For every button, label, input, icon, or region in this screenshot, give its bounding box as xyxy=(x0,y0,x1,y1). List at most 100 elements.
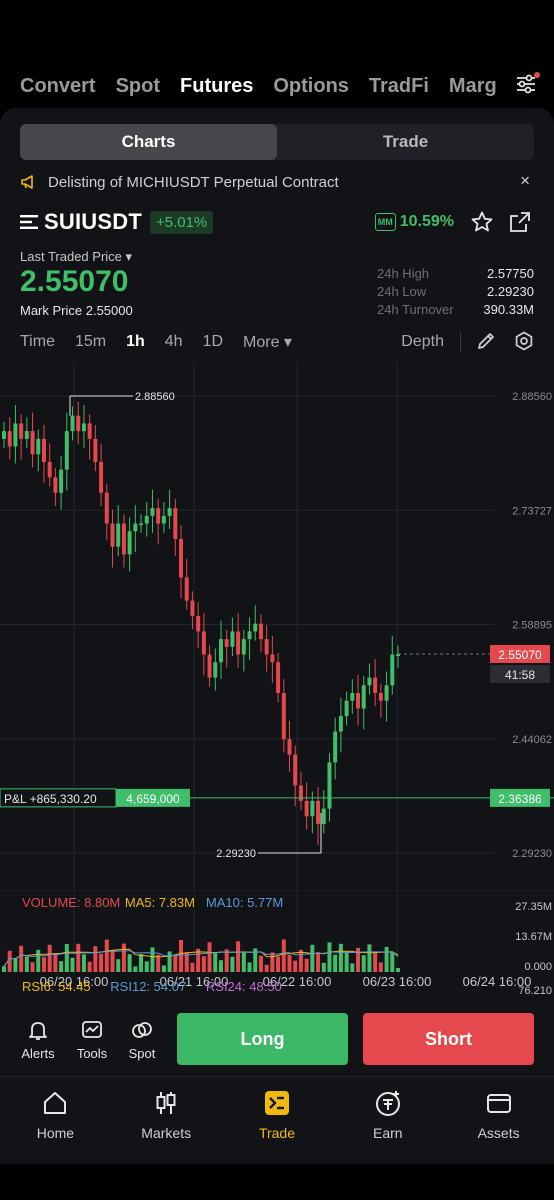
bottom-nav: Home Markets Trade Earn Assets xyxy=(0,1076,554,1164)
volume-bar xyxy=(87,961,92,972)
tab-margin[interactable]: Marg xyxy=(449,75,497,98)
volume-bar xyxy=(396,968,400,972)
filter-settings-button[interactable] xyxy=(514,70,540,98)
star-icon[interactable] xyxy=(470,210,494,234)
stat-value: 2.29230 xyxy=(487,284,534,299)
category-tabs: Convert Spot Futures Options TradFi Marg xyxy=(0,68,554,104)
volume-bar xyxy=(247,962,252,972)
stat-label: 24h High xyxy=(377,266,430,281)
short-button[interactable]: Short xyxy=(363,1013,534,1065)
mm-badge[interactable]: MM 10.59% xyxy=(374,213,454,231)
candle-body xyxy=(207,654,212,678)
candle-body xyxy=(333,731,338,763)
volume-bar xyxy=(30,962,35,972)
candle-body xyxy=(230,631,235,647)
tab-tradfi[interactable]: TradFi xyxy=(369,75,429,98)
spot-label: Spot xyxy=(128,1046,156,1061)
volume-legend: MA5: 7.83M xyxy=(125,895,195,910)
nav-label: Markets xyxy=(141,1125,192,1141)
rsi-legend: RSI24: 48.50 xyxy=(206,979,282,994)
candle-body xyxy=(2,431,6,439)
nav-earn[interactable]: Earn xyxy=(332,1077,443,1164)
last-traded-price-label[interactable]: Last Traded Price ▾ xyxy=(20,249,132,265)
volume-bar xyxy=(384,946,389,972)
delisting-notice[interactable]: Delisting of MICHIUSDT Perpetual Contrac… xyxy=(20,171,534,192)
mm-icon: MM xyxy=(374,213,396,231)
spot-button[interactable]: Spot xyxy=(120,1018,164,1061)
notification-dot xyxy=(534,72,540,78)
pen-icon[interactable] xyxy=(476,331,496,351)
candle-body xyxy=(64,431,69,470)
volume-bar xyxy=(190,962,195,972)
candle-body xyxy=(81,423,86,432)
candle-body xyxy=(384,685,389,701)
volume-bar xyxy=(13,958,18,972)
depth-toggle[interactable]: Depth xyxy=(401,333,444,351)
interval-time[interactable]: Time xyxy=(20,333,55,351)
candle-body xyxy=(396,654,400,657)
candle-body xyxy=(139,523,144,526)
volume-bar xyxy=(201,956,206,972)
nav-trade[interactable]: Trade xyxy=(222,1077,333,1164)
volume-bar xyxy=(93,946,98,972)
candle-body xyxy=(47,461,52,478)
interval-15m[interactable]: 15m xyxy=(75,333,106,351)
trade-icon xyxy=(264,1091,289,1115)
candle-body xyxy=(127,531,132,555)
volume-bar xyxy=(224,949,229,972)
candle-body xyxy=(298,785,303,801)
volume-bar xyxy=(310,944,315,972)
close-icon[interactable]: × xyxy=(520,171,530,191)
tab-charts[interactable]: Charts xyxy=(20,124,277,160)
candle-body xyxy=(281,693,286,740)
volume-bar xyxy=(81,954,86,972)
stat-high: 24h High 2.57750 xyxy=(377,266,534,284)
nav-assets[interactable]: Assets xyxy=(443,1077,554,1164)
candle-body xyxy=(196,615,201,632)
volume-bar xyxy=(378,962,383,972)
alerts-button[interactable]: Alerts xyxy=(16,1018,60,1061)
stat-value: 390.33M xyxy=(483,302,534,317)
nav-home[interactable]: Home xyxy=(0,1077,111,1164)
tab-futures[interactable]: Futures xyxy=(180,75,253,98)
nav-markets[interactable]: Markets xyxy=(111,1077,222,1164)
tab-trade[interactable]: Trade xyxy=(277,124,534,160)
nav-label: Trade xyxy=(258,1125,296,1141)
candle-body xyxy=(293,754,298,786)
volume-bar xyxy=(298,949,303,972)
interval-4h[interactable]: 4h xyxy=(165,333,183,351)
tab-convert[interactable]: Convert xyxy=(20,75,96,98)
high-marker-label: 2.88560 xyxy=(135,391,175,403)
tab-spot[interactable]: Spot xyxy=(116,75,160,98)
volume-bar xyxy=(64,944,69,972)
candle-body xyxy=(378,693,383,701)
share-icon[interactable] xyxy=(508,210,532,234)
candle-body xyxy=(213,662,218,678)
interval-1d[interactable]: 1D xyxy=(203,333,223,351)
interval-more[interactable]: More ▾ xyxy=(243,332,292,352)
menu-icon[interactable] xyxy=(20,214,38,230)
candle-body xyxy=(30,431,35,455)
nav-label: Earn xyxy=(373,1125,403,1141)
tools-button[interactable]: Tools xyxy=(70,1018,114,1061)
gear-icon[interactable] xyxy=(514,331,534,351)
symbol-name[interactable]: SUIUSDT xyxy=(44,209,142,235)
countdown-text: 41:58 xyxy=(505,668,535,682)
volume-bar xyxy=(218,960,223,972)
volume-bar xyxy=(264,964,269,972)
stat-turnover: 24h Turnover 390.33M xyxy=(377,302,534,320)
long-button[interactable]: Long xyxy=(177,1013,348,1065)
candle-body xyxy=(316,800,321,824)
candle-body xyxy=(241,639,246,655)
interval-1h[interactable]: 1h xyxy=(126,333,145,351)
tab-options[interactable]: Options xyxy=(273,75,349,98)
entry-price-text: 2.36386 xyxy=(498,792,542,806)
candle-body xyxy=(99,461,104,493)
volume-bar xyxy=(7,950,12,972)
volume-y-tick: 0.000 xyxy=(524,961,552,973)
volume-bar xyxy=(327,942,332,972)
notice-text: Delisting of MICHIUSDT Perpetual Contrac… xyxy=(48,173,339,191)
volume-bar xyxy=(390,952,395,972)
last-traded-price: 2.55070 xyxy=(20,265,129,298)
candle-body xyxy=(76,415,81,432)
